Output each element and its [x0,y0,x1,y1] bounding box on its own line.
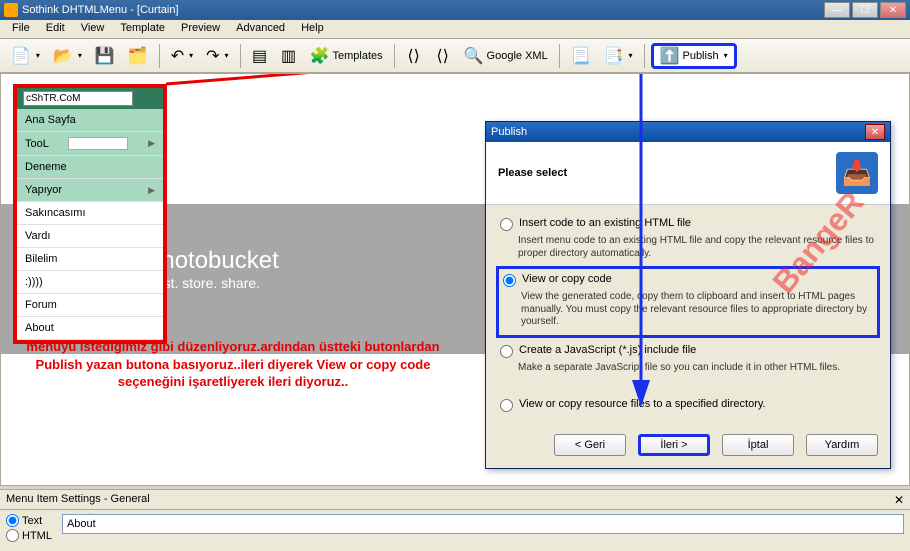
disks-icon: 🗂️ [128,46,148,66]
template-icon: 🧩 [310,46,330,66]
close-button[interactable]: ✕ [880,2,906,18]
panel-close-button[interactable]: ✕ [894,493,904,507]
doc-icon: 📃 [571,46,591,66]
panel2-icon: ▥ [281,46,296,66]
undo-button[interactable]: ↶▾ [166,43,198,69]
option-view-copy[interactable]: View or copy code [503,273,873,287]
menu-item[interactable]: Deneme [17,156,163,179]
menu-preview[interactable]: Preview [173,20,228,38]
new-button[interactable]: 📄▾ [6,43,45,69]
menu-item[interactable]: :)))) [17,271,163,294]
brackets2-icon: ⟨⟩ [436,46,448,66]
toolbar: 📄▾ 📂▾ 💾 🗂️ ↶▾ ↷▾ ▤ ▥ 🧩Templates ⟨⟩ ⟨⟩ 🔍G… [0,39,910,73]
menu-item[interactable]: Yapıyor▶ [17,179,163,202]
item-text-input[interactable] [62,514,904,534]
chevron-right-icon: ▶ [148,185,155,196]
save-button[interactable]: 💾 [90,43,120,69]
next-button[interactable]: İleri > [638,434,710,456]
radio-view-copy[interactable] [503,274,516,287]
panel2-button[interactable]: ▥ [276,43,302,69]
google-icon: 🔍 [464,46,484,66]
panel-title: Menu Item Settings - General [6,493,150,507]
menu-head-input[interactable] [23,91,133,106]
publish-icon: 📥 [836,152,878,194]
menu-template[interactable]: Template [112,20,173,38]
templates-button[interactable]: 🧩Templates [305,43,388,69]
option-insert-existing[interactable]: Insert code to an existing HTML file [500,217,876,231]
option-create-js[interactable]: Create a JavaScript (*.js) include file [500,344,876,358]
help-button[interactable]: Yardım [806,434,878,456]
publish-button[interactable]: ⬆️Publish▾ [651,43,737,69]
menu-item[interactable]: Forum [17,294,163,317]
menu-item[interactable]: Vardı [17,225,163,248]
disk-icon: 💾 [95,46,115,66]
menu-edit[interactable]: Edit [38,20,73,38]
menu-item[interactable]: Sakıncasımı [17,202,163,225]
menu-item[interactable]: Bilelim [17,248,163,271]
menu-view[interactable]: View [73,20,113,38]
minimize-button[interactable]: — [824,2,850,18]
dialog-title: Publish [491,126,527,138]
chevron-right-icon: ▶ [148,138,155,149]
menu-advanced[interactable]: Advanced [228,20,293,38]
misc2-button[interactable]: 📑▾ [599,43,638,69]
window-title: Sothink DHTMLMenu - [Curtain] [22,4,179,16]
dialog-close-button[interactable]: ✕ [865,124,885,140]
menu-preview: Ana Sayfa TooL▶ Deneme Yapıyor▶ Sakıncas… [13,84,167,344]
redo-button[interactable]: ↷▾ [201,43,233,69]
panel1-button[interactable]: ▤ [247,43,273,69]
menu-file[interactable]: File [4,20,38,38]
menubar: File Edit View Template Preview Advanced… [0,20,910,39]
upload-icon: ⬆️ [660,46,680,66]
menu-item-input[interactable] [68,137,128,150]
radio-insert[interactable] [500,218,513,231]
save-as-button[interactable]: 🗂️ [123,43,153,69]
menu-item[interactable]: Ana Sayfa [17,109,163,132]
radio-html-option[interactable]: HTML [6,529,52,542]
googlexml-button[interactable]: 🔍Google XML [459,43,553,69]
titlebar: Sothink DHTMLMenu - [Curtain] — ☐ ✕ [0,0,910,20]
menu-item[interactable]: About [17,317,163,340]
brackets-icon: ⟨⟩ [407,46,419,66]
radio-text-option[interactable]: Text [6,514,52,527]
splitter[interactable] [0,485,910,490]
panel-icon: ▤ [252,46,267,66]
maximize-button[interactable]: ☐ [852,2,878,18]
instruction-text: menüyü istediğimiz gibi düzenliyoruz.ard… [23,338,443,391]
doc2-icon: 📑 [604,46,624,66]
radio-create-js[interactable] [500,345,513,358]
app-icon [4,3,18,17]
bottom-panel: Menu Item Settings - General ✕ Text HTML [0,491,910,551]
back-button[interactable]: < Geri [554,434,626,456]
misc1-button[interactable]: 📃 [566,43,596,69]
workspace: photobucket host. store. share. photobuc… [0,73,910,486]
menu-item[interactable]: TooL▶ [17,132,163,156]
publish-dialog: Publish ✕ Please select 📥 Insert code to… [485,121,891,469]
code1-button[interactable]: ⟨⟩ [401,43,427,69]
file-icon: 📄 [11,46,31,66]
cancel-button[interactable]: İptal [722,434,794,456]
redo-icon: ↷ [206,46,219,66]
menu-head [17,88,163,109]
menu-help[interactable]: Help [293,20,332,38]
undo-icon: ↶ [171,46,184,66]
option-resource-dir[interactable]: View or copy resource files to a specifi… [500,398,876,412]
code2-button[interactable]: ⟨⟩ [430,43,456,69]
dialog-subtitle: Please select [498,167,567,179]
radio-resource[interactable] [500,399,513,412]
open-button[interactable]: 📂▾ [48,43,87,69]
folder-icon: 📂 [53,46,73,66]
